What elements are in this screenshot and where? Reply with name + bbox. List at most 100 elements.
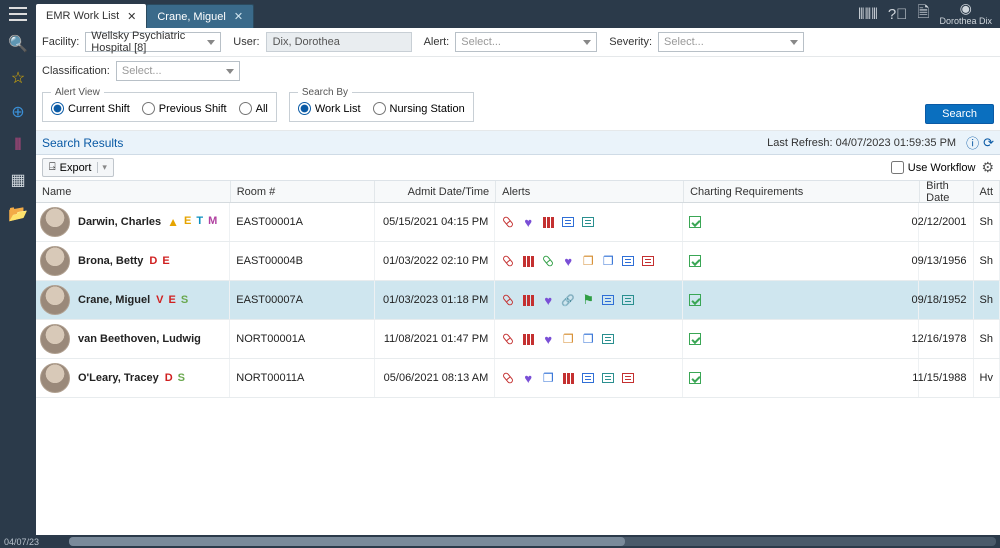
close-icon[interactable]: ✕: [127, 10, 136, 23]
col-admit[interactable]: Admit Date/Time: [375, 181, 496, 202]
help-icon[interactable]: ?⃝: [888, 6, 908, 23]
alerts-cell: [495, 281, 683, 319]
list-box-icon[interactable]: [581, 215, 595, 229]
current-user[interactable]: ◉ Dorothea Dix: [939, 1, 992, 26]
grid-icon[interactable]: ▦: [8, 170, 28, 190]
table-row[interactable]: Crane, MiguelVESEAST00007A01/03/2023 01:…: [36, 281, 1000, 320]
room-cell: NORT00011A: [230, 359, 374, 397]
link-icon[interactable]: [561, 293, 575, 307]
table-row[interactable]: van Beethoven, LudwigNORT00001A11/08/202…: [36, 320, 1000, 359]
status-bar: 04/07/23: [0, 535, 1000, 548]
facility-select[interactable]: Wellsky Psychiatric Hospital [8]: [85, 32, 221, 52]
use-workflow-toggle[interactable]: Use Workflow: [891, 161, 976, 174]
avatar: [40, 363, 70, 393]
chevron-down-icon[interactable]: ▾: [97, 162, 107, 173]
check-icon: [689, 216, 701, 228]
bars-icon[interactable]: [561, 371, 575, 385]
favorites-icon[interactable]: ☆: [8, 68, 28, 88]
avatar: [40, 246, 70, 276]
pill-icon[interactable]: [501, 293, 515, 307]
room-cell: EAST00004B: [230, 242, 374, 280]
list-box-icon[interactable]: [641, 254, 655, 268]
close-icon[interactable]: ✕: [234, 10, 243, 23]
results-grid: Name Room # Admit Date/Time Alerts Chart…: [36, 181, 1000, 535]
patient-flags: VES: [156, 294, 188, 306]
warning-icon: [167, 215, 179, 229]
classification-select[interactable]: Select...: [116, 61, 240, 81]
heart-icon[interactable]: [521, 215, 535, 229]
birth-cell: 12/16/1978: [919, 320, 974, 358]
radio-current-shift[interactable]: Current Shift: [51, 102, 130, 115]
horizontal-scrollbar[interactable]: [69, 537, 996, 546]
search-by-fieldset: Search By Work List Nursing Station: [289, 87, 474, 122]
pill-icon[interactable]: [501, 215, 515, 229]
radio-previous-shift[interactable]: Previous Shift: [142, 102, 227, 115]
bars-icon[interactable]: [521, 332, 535, 346]
gear-icon[interactable]: ⚙: [981, 159, 994, 176]
bars-icon[interactable]: [521, 254, 535, 268]
birth-cell: 09/13/1956: [919, 242, 974, 280]
admit-cell: 11/08/2021 01:47 PM: [375, 320, 495, 358]
facility-label: Facility:: [42, 36, 79, 48]
flag-icon[interactable]: [581, 293, 595, 307]
col-alerts[interactable]: Alerts: [496, 181, 684, 202]
tab-0[interactable]: EMR Work List✕: [36, 4, 146, 28]
pill-icon[interactable]: [541, 254, 555, 268]
bars-icon[interactable]: [521, 293, 535, 307]
document-icon[interactable]: [581, 254, 595, 268]
col-name[interactable]: Name: [36, 181, 231, 202]
list-box-icon[interactable]: [601, 293, 615, 307]
analytics-icon[interactable]: ⫴: [8, 136, 28, 156]
radio-nursing-station[interactable]: Nursing Station: [373, 102, 465, 115]
list-box-icon[interactable]: [561, 215, 575, 229]
heart-icon[interactable]: [561, 254, 575, 268]
radio-work-list[interactable]: Work List: [298, 102, 361, 115]
att-cell: Sh: [974, 242, 1000, 280]
pill-icon[interactable]: [501, 371, 515, 385]
list-box-icon[interactable]: [581, 371, 595, 385]
document-icon[interactable]: [541, 371, 555, 385]
alert-select[interactable]: Select...: [455, 32, 597, 52]
export-button[interactable]: ⍈ Export ▾: [42, 158, 114, 177]
info-icon[interactable]: ⓘ: [966, 133, 979, 152]
heart-icon[interactable]: [521, 371, 535, 385]
bars-icon[interactable]: [541, 215, 555, 229]
user-field: Dix, Dorothea: [266, 32, 412, 52]
col-room[interactable]: Room #: [231, 181, 376, 202]
heart-icon[interactable]: [541, 332, 555, 346]
document-icon[interactable]: [601, 254, 615, 268]
heart-icon[interactable]: [541, 293, 555, 307]
document-icon[interactable]: [581, 332, 595, 346]
radio-all[interactable]: All: [239, 102, 268, 115]
table-row[interactable]: O'Leary, TraceyDSNORT00011A05/06/2021 08…: [36, 359, 1000, 398]
list-box-icon[interactable]: [621, 293, 635, 307]
orders-icon[interactable]: ⊕: [8, 102, 28, 122]
pill-icon[interactable]: [501, 332, 515, 346]
search-button[interactable]: Search: [925, 104, 994, 124]
table-row[interactable]: Darwin, CharlesETMEAST00001A05/15/2021 0…: [36, 203, 1000, 242]
patient-name: van Beethoven, Ludwig: [78, 333, 201, 345]
folder-open-icon[interactable]: 📂: [8, 204, 28, 224]
export-icon: ⍈: [49, 161, 56, 174]
patient-flags: ETM: [167, 215, 217, 229]
col-birth[interactable]: Birth Date: [920, 181, 973, 202]
search-icon[interactable]: 🔍: [8, 34, 28, 54]
barcode-icon[interactable]: ⦀⦀⦀: [858, 6, 878, 23]
att-cell: Hv: [974, 359, 1000, 397]
refresh-icon[interactable]: ⟳: [983, 135, 994, 151]
list-box-icon[interactable]: [601, 371, 615, 385]
flag-S: S: [178, 372, 185, 384]
list-box-icon[interactable]: [601, 332, 615, 346]
col-att[interactable]: Att: [974, 181, 1000, 202]
table-row[interactable]: Brona, BettyDEEAST00004B01/03/2022 02:10…: [36, 242, 1000, 281]
tab-1[interactable]: Crane, Miguel✕: [146, 4, 254, 28]
hamburger-menu[interactable]: [0, 0, 36, 28]
document-icon[interactable]: [561, 332, 575, 346]
clipboard-icon[interactable]: 🗎: [917, 2, 929, 27]
list-box-icon[interactable]: [621, 371, 635, 385]
birth-cell: 11/15/1988: [919, 359, 974, 397]
severity-select[interactable]: Select...: [658, 32, 804, 52]
pill-icon[interactable]: [501, 254, 515, 268]
col-chart[interactable]: Charting Requirements: [684, 181, 920, 202]
list-box-icon[interactable]: [621, 254, 635, 268]
